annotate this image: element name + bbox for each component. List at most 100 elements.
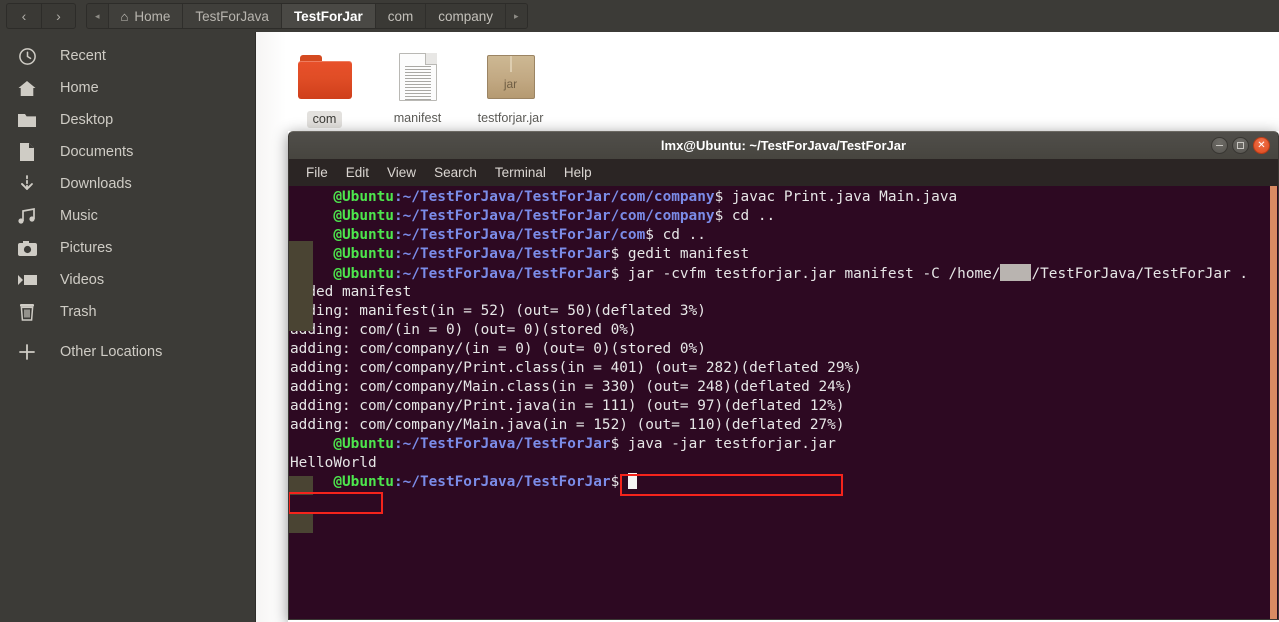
breadcrumb-item-testforjava[interactable]: TestForJava (183, 4, 282, 28)
sidebar-item-label: Desktop (60, 112, 114, 128)
breadcrumb-next-arrow[interactable]: ▸ (506, 4, 527, 28)
trash-icon (12, 302, 42, 322)
terminal-line: adding: com/company/Main.class(in = 330)… (290, 379, 854, 395)
terminal-menubar: File Edit View Search Terminal Help (288, 159, 1279, 186)
chevron-left-icon: ‹ (21, 8, 27, 24)
nav-button-group: ‹ › (6, 3, 76, 29)
terminal-line: adding: com/company/Print.class(in = 401… (290, 360, 862, 376)
sidebar-item-home[interactable]: Home (0, 72, 255, 104)
terminal-line: @Ubuntu:~/TestForJava/TestForJar$ jar -c… (333, 264, 1249, 282)
folder-icon (12, 112, 42, 129)
terminal-line: @Ubuntu:~/TestForJava/TestForJar$ (290, 473, 1278, 492)
menu-help[interactable]: Help (555, 165, 601, 180)
sidebar-item-label: Trash (60, 304, 97, 320)
maximize-icon (1237, 142, 1244, 149)
folder-icon (297, 48, 352, 106)
video-icon (12, 273, 42, 287)
file-item-manifest[interactable]: manifest (371, 44, 464, 128)
terminal-text: @Ubuntu:~/TestForJava/TestForJar/com/com… (289, 188, 1278, 492)
window-controls: ✕ (1211, 137, 1270, 154)
sidebar-item-music[interactable]: Music (0, 200, 255, 232)
breadcrumb-label: Home (134, 8, 171, 24)
sidebar-item-desktop[interactable]: Desktop (0, 104, 255, 136)
sidebar: Recent Home Desktop Documents Downloads (0, 32, 256, 622)
sidebar-item-documents[interactable]: Documents (0, 136, 255, 168)
sidebar-item-other-locations[interactable]: Other Locations (0, 336, 255, 368)
menu-terminal[interactable]: Terminal (486, 165, 555, 180)
menu-view[interactable]: View (378, 165, 425, 180)
breadcrumb-item-testforjar[interactable]: TestForJar (281, 4, 376, 28)
sidebar-item-label: Pictures (60, 240, 113, 256)
menu-search[interactable]: Search (425, 165, 486, 180)
plus-icon (12, 343, 42, 361)
document-icon (12, 142, 42, 162)
terminal-line: adding: com/company/(in = 0) (out= 0)(st… (290, 341, 706, 357)
terminal-line: @Ubuntu:~/TestForJava/TestForJar$ gedit … (333, 246, 750, 262)
terminal-line: adding: com/(in = 0) (out= 0)(stored 0%) (290, 322, 637, 338)
file-label: manifest (393, 111, 442, 125)
sidebar-item-label: Documents (60, 144, 134, 160)
terminal-cursor (627, 473, 637, 489)
download-icon (12, 174, 42, 194)
terminal-line: @Ubuntu:~/TestForJava/TestForJar$ java -… (333, 436, 836, 452)
redaction-block-username (289, 514, 313, 533)
forward-button[interactable]: › (41, 3, 76, 29)
maximize-button[interactable] (1232, 137, 1249, 154)
breadcrumb: ◂ ⌂ Home TestForJava TestForJar com comp… (86, 3, 528, 29)
sidebar-item-label: Home (60, 80, 99, 96)
sidebar-item-label: Downloads (60, 176, 132, 192)
breadcrumb-prev-arrow[interactable]: ◂ (87, 4, 109, 28)
terminal-line: @Ubuntu:~/TestForJava/TestForJar/com/com… (333, 189, 958, 205)
redaction-block-path (1000, 264, 1032, 281)
chevron-right-icon: › (56, 8, 61, 24)
home-icon: ⌂ (120, 8, 129, 24)
sidebar-item-label: Music (60, 208, 98, 224)
file-item-testforjar-jar[interactable]: jar testforjar.jar (464, 44, 557, 128)
sidebar-item-videos[interactable]: Videos (0, 264, 255, 296)
file-label: testforjar.jar (477, 111, 544, 125)
clock-icon (12, 47, 42, 66)
terminal-line: adding: com/company/Print.java(in = 111)… (290, 398, 845, 414)
music-note-icon (12, 207, 42, 225)
annotation-box-helloworld (289, 492, 383, 514)
file-grid: com manifest jar testforjar.jar (256, 32, 1279, 128)
terminal-window: lmx@Ubuntu: ~/TestForJava/TestForJar ✕ F… (288, 131, 1279, 622)
close-icon: ✕ (1257, 140, 1266, 151)
terminal-line: @Ubuntu:~/TestForJava/TestForJar/com/com… (333, 208, 776, 224)
menu-file[interactable]: File (297, 165, 337, 180)
document-icon (398, 48, 437, 106)
screen: ‹ › ◂ ⌂ Home TestForJava TestForJar com … (0, 0, 1279, 622)
redaction-block-username (289, 241, 313, 331)
sidebar-item-label: Recent (60, 48, 106, 64)
redaction-block-username (289, 476, 313, 495)
terminal-line: adding: manifest(in = 52) (out= 50)(defl… (290, 303, 706, 319)
menu-edit[interactable]: Edit (337, 165, 378, 180)
breadcrumb-item-home[interactable]: ⌂ Home (108, 4, 184, 28)
back-button[interactable]: ‹ (6, 3, 41, 29)
breadcrumb-item-com[interactable]: com (375, 4, 427, 28)
close-button[interactable]: ✕ (1253, 137, 1270, 154)
minimize-icon (1216, 144, 1223, 147)
jar-badge-label: jar (503, 77, 518, 91)
file-manager-header: ‹ › ◂ ⌂ Home TestForJava TestForJar com … (0, 0, 1279, 32)
file-label: com (306, 111, 343, 128)
file-item-com[interactable]: com (278, 44, 371, 128)
terminal-output-area[interactable]: @Ubuntu:~/TestForJava/TestForJar/com/com… (288, 186, 1279, 620)
sidebar-item-pictures[interactable]: Pictures (0, 232, 255, 264)
terminal-line: adding: com/company/Main.java(in = 152) … (290, 417, 845, 433)
terminal-scrollbar[interactable] (1270, 186, 1277, 619)
terminal-titlebar[interactable]: lmx@Ubuntu: ~/TestForJava/TestForJar ✕ (288, 131, 1279, 159)
sidebar-item-label: Videos (60, 272, 105, 288)
breadcrumb-item-company[interactable]: company (426, 4, 507, 28)
jar-archive-icon: jar (486, 48, 535, 106)
sidebar-item-trash[interactable]: Trash (0, 296, 255, 328)
terminal-title: lmx@Ubuntu: ~/TestForJava/TestForJar (660, 138, 907, 153)
terminal-line: added manifest (290, 284, 412, 300)
minimize-button[interactable] (1211, 137, 1228, 154)
sidebar-item-recent[interactable]: Recent (0, 40, 255, 72)
sidebar-divider (0, 328, 255, 336)
terminal-line: HelloWorld (290, 455, 377, 471)
camera-icon (12, 240, 42, 257)
sidebar-item-downloads[interactable]: Downloads (0, 168, 255, 200)
home-icon (12, 79, 42, 98)
